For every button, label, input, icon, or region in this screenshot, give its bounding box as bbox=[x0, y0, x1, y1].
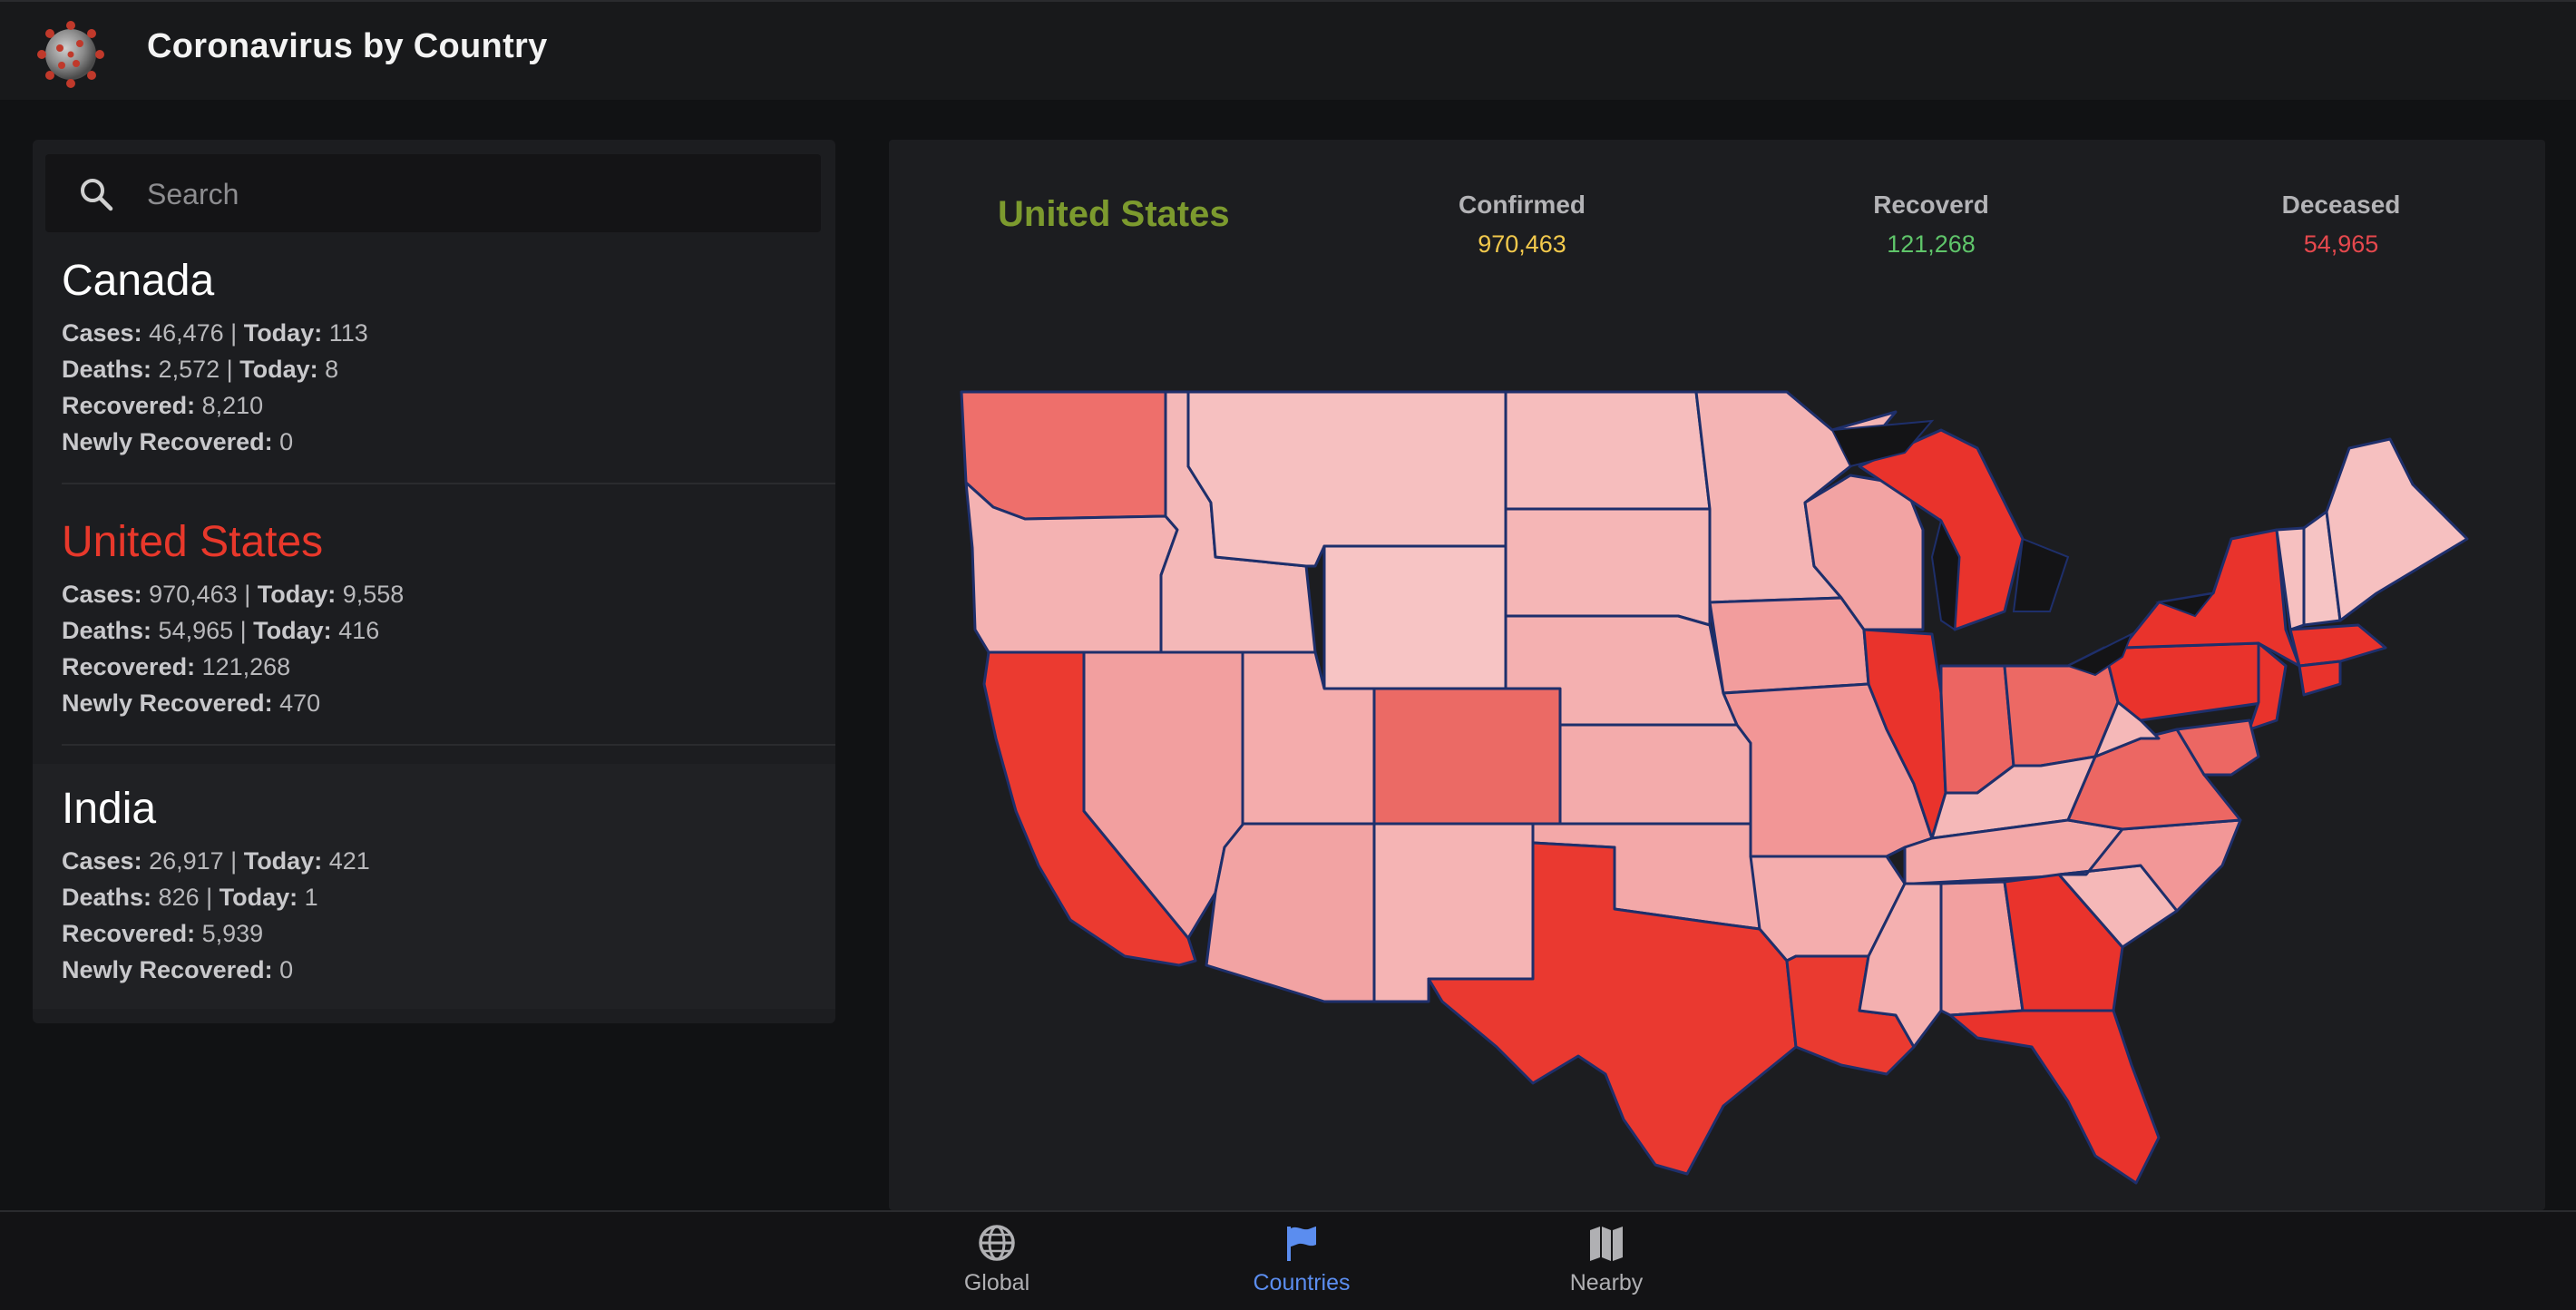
deceased-label: Deceased bbox=[2281, 191, 2401, 219]
confirmed-stat: Confirmed 970,463 bbox=[1386, 191, 1658, 259]
nav-nearby-label: Nearby bbox=[1569, 1270, 1644, 1295]
state-new-mexico bbox=[1372, 822, 1535, 1003]
deaths-line: Deaths: 54,965 | Today: 416 bbox=[62, 617, 380, 644]
globe-icon bbox=[979, 1225, 1015, 1261]
state-pennsylvania bbox=[2103, 641, 2269, 722]
confirmed-label: Confirmed bbox=[1459, 191, 1586, 219]
state-north-dakota bbox=[1504, 390, 1712, 511]
divider bbox=[62, 483, 835, 484]
state-south-dakota bbox=[1504, 507, 1712, 627]
nav-nearby[interactable]: Nearby bbox=[1525, 1223, 1688, 1305]
selected-country-name: United States bbox=[998, 194, 1230, 234]
state-maine bbox=[2325, 437, 2469, 622]
country-name: United States bbox=[62, 518, 324, 566]
state-florida bbox=[1948, 1009, 2161, 1185]
state-colorado bbox=[1372, 687, 1562, 826]
virus-icon bbox=[37, 21, 104, 88]
newly-recovered-line: Newly Recovered: 0 bbox=[62, 956, 294, 983]
flag-icon bbox=[1287, 1227, 1316, 1261]
country-item-united-states[interactable]: United States Cases: 970,463 | Today: 9,… bbox=[33, 512, 835, 758]
cases-line: Cases: 970,463 | Today: 9,558 bbox=[62, 581, 405, 608]
cases-line: Cases: 26,917 | Today: 421 bbox=[62, 847, 370, 875]
state-iowa bbox=[1708, 596, 1870, 695]
state-new-york bbox=[2121, 528, 2301, 668]
state-arizona bbox=[1205, 822, 1376, 1003]
nav-global-label: Global bbox=[963, 1270, 1030, 1295]
deceased-value: 54,965 bbox=[2303, 230, 2379, 258]
deaths-line: Deaths: 2,572 | Today: 8 bbox=[62, 356, 339, 383]
country-name: India bbox=[62, 785, 157, 833]
search-input[interactable] bbox=[145, 165, 802, 223]
search-bar[interactable] bbox=[45, 154, 821, 232]
deceased-stat: Deceased 54,965 bbox=[2205, 191, 2477, 259]
country-detail-panel: United States Confirmed 970,463 Recoverd… bbox=[889, 140, 2545, 1210]
deaths-line: Deaths: 826 | Today: 1 bbox=[62, 884, 318, 911]
state-washington bbox=[960, 390, 1167, 521]
search-icon bbox=[81, 179, 113, 211]
recovered-line: Recovered: 121,268 bbox=[62, 653, 291, 680]
app-header: Coronavirus by Country bbox=[0, 0, 2576, 100]
state-massachusetts bbox=[2288, 623, 2387, 668]
country-list-panel: Canada Cases: 46,476 | Today: 113 Deaths… bbox=[33, 140, 835, 1023]
cases-line: Cases: 46,476 | Today: 113 bbox=[62, 319, 368, 347]
country-item-canada[interactable]: Canada Cases: 46,476 | Today: 113 Deaths… bbox=[33, 250, 835, 497]
state-kansas bbox=[1558, 723, 1752, 826]
divider bbox=[62, 744, 835, 746]
country-name: Canada bbox=[62, 257, 215, 305]
recovered-value: 121,268 bbox=[1887, 230, 1976, 258]
us-states-map[interactable] bbox=[889, 140, 2545, 1210]
recovered-line: Recovered: 5,939 bbox=[62, 920, 264, 947]
country-item-india[interactable]: India Cases: 26,917 | Today: 421 Deaths:… bbox=[33, 764, 835, 1009]
state-wyoming bbox=[1322, 544, 1508, 690]
nav-countries[interactable]: Countries bbox=[1220, 1223, 1383, 1305]
bottom-navigation: Global Countries Nearby bbox=[0, 1210, 2576, 1310]
state-montana bbox=[1186, 390, 1508, 568]
confirmed-value: 970,463 bbox=[1478, 230, 1566, 258]
recovered-stat: Recoverd 121,268 bbox=[1795, 191, 2067, 259]
recovered-line: Recovered: 8,210 bbox=[62, 392, 264, 419]
nav-global[interactable]: Global bbox=[915, 1223, 1078, 1305]
newly-recovered-line: Newly Recovered: 0 bbox=[62, 428, 294, 455]
recovered-label: Recoverd bbox=[1873, 191, 1989, 219]
map-icon bbox=[1590, 1227, 1623, 1261]
app-title: Coronavirus by Country bbox=[147, 27, 548, 65]
newly-recovered-line: Newly Recovered: 470 bbox=[62, 689, 321, 717]
nav-countries-label: Countries bbox=[1253, 1270, 1351, 1295]
state-connecticut bbox=[2298, 660, 2342, 697]
